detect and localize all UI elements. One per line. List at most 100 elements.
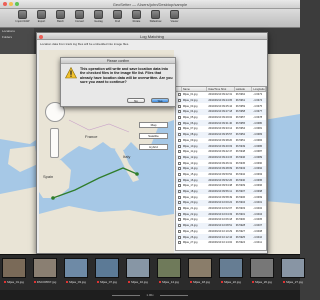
- map-zoom-slider[interactable]: [50, 128, 59, 158]
- row-checkbox[interactable]: ✓: [177, 138, 181, 142]
- thumbnail-item[interactable]: Mijas_01.jpg: [2, 258, 26, 287]
- row-checkbox[interactable]: ✓: [177, 150, 181, 154]
- toolbar-button-convert[interactable]: Convert: [71, 9, 88, 27]
- column-header-longitude[interactable]: Longitude: [252, 87, 266, 91]
- row-checkbox[interactable]: ✓: [177, 178, 181, 182]
- toolbar-button-import-raw[interactable]: Import RAW: [14, 9, 31, 27]
- row-checkbox[interactable]: ✓: [177, 184, 181, 188]
- row-checkbox[interactable]: ✓: [177, 167, 181, 171]
- import-icon: [18, 10, 27, 19]
- row-checkbox[interactable]: ✓: [177, 172, 181, 176]
- toolbar-button-label: Slideshow: [149, 20, 162, 23]
- thumbnail-image: [250, 258, 274, 278]
- title-bar: GeoSetter — /Users/john/Desktop/sample: [0, 0, 300, 9]
- row-checkbox[interactable]: ✓: [177, 161, 181, 165]
- toolbar-button-geotag[interactable]: Geotag: [90, 9, 107, 27]
- map-type-hybrid-button[interactable]: Hybrid: [139, 144, 168, 150]
- toolbar-button-rotate[interactable]: Rotate: [128, 9, 145, 27]
- thumbnail-image: [33, 258, 57, 278]
- zoom-level: 1.00x: [146, 293, 154, 297]
- map-type-satellite-button[interactable]: Satellite: [139, 133, 168, 139]
- cell-longitude: -4.6375: [253, 104, 263, 108]
- row-checkbox[interactable]: ✓: [177, 241, 181, 245]
- row-checkbox[interactable]: ✓: [177, 99, 181, 103]
- toolbar-button-find[interactable]: Find: [109, 9, 126, 27]
- toolbar-button-slideshow[interactable]: Slideshow: [147, 9, 164, 27]
- row-checkbox[interactable]: ✓: [177, 235, 181, 239]
- toolbar-button-viewer[interactable]: Viewer: [166, 9, 183, 27]
- cell-latitude: 36.5957: [235, 116, 246, 120]
- cell-latitude: 36.5931: [235, 212, 246, 216]
- cell-name: Mijas_04.jpg: [182, 110, 198, 114]
- row-checkbox[interactable]: ✓: [177, 195, 181, 199]
- toolbar-button-label: Convert: [74, 20, 85, 23]
- thumbnail-size-slider-track[interactable]: [159, 294, 188, 296]
- batch-icon: [56, 10, 65, 19]
- label-flag-icon: [190, 281, 193, 283]
- row-checkbox[interactable]: ✓: [177, 229, 181, 233]
- left-panel-item[interactable]: Folders: [0, 34, 34, 40]
- thumbnail-item[interactable]: Mijas_27.jpg: [281, 258, 305, 287]
- row-checkbox[interactable]: ✓: [177, 218, 181, 222]
- row-checkbox[interactable]: ✓: [177, 116, 181, 120]
- row-checkbox[interactable]: ✓: [177, 133, 181, 137]
- warning-icon: [65, 67, 77, 79]
- label-flag-icon: [283, 281, 286, 283]
- row-checkbox[interactable]: ✓: [177, 155, 181, 159]
- thumbnail-item[interactable]: Mijas_26.jpg: [250, 258, 274, 287]
- cell-longitude: -4.6392: [253, 167, 263, 171]
- row-checkbox[interactable]: ✓: [177, 110, 181, 114]
- toolbar-button-export[interactable]: Export: [33, 9, 50, 27]
- row-checkbox[interactable]: ✓: [177, 190, 181, 194]
- cell-name: Mijas_26.jpg: [182, 235, 198, 239]
- thumbnail-item[interactable]: Mijas_03.jpg: [64, 258, 88, 287]
- export-icon: [37, 10, 46, 19]
- column-header-date[interactable]: Date/Time Shot: [207, 87, 235, 91]
- cell-latitude: 36.5958: [235, 110, 246, 114]
- row-checkbox[interactable]: ✓: [177, 207, 181, 211]
- cell-name: Mijas_06.jpg: [182, 121, 198, 125]
- thumbnail-item[interactable]: Mijas_10.jpg: [126, 258, 150, 287]
- row-checkbox[interactable]: ✓: [177, 212, 181, 216]
- table-body: ✓Mijas_01.jpg2010/09/10 09:22:3136.5962-…: [176, 92, 266, 246]
- row-checkbox[interactable]: ✓: [177, 201, 181, 205]
- toolbar-button-label: Rotate: [132, 20, 141, 23]
- row-checkbox[interactable]: ✓: [177, 121, 181, 125]
- cell-name: Mijas_22.jpg: [182, 212, 198, 216]
- thumbnail-caption: Mijas_01.jpg: [7, 280, 24, 284]
- thumbnail-item[interactable]: Mijas_18.jpg: [188, 258, 212, 287]
- cell-latitude: 36.5954: [235, 127, 246, 131]
- thumbnail-image: [157, 258, 181, 278]
- no-button[interactable]: No: [127, 98, 145, 103]
- row-checkbox[interactable]: ✓: [177, 144, 181, 148]
- cell-latitude: 36.5927: [235, 229, 246, 233]
- toolbar-button-label: Geotag: [94, 20, 103, 23]
- row-checkbox[interactable]: ✓: [177, 104, 181, 108]
- cell-date: 2010/09/10 09:54:38: [208, 184, 233, 188]
- thumbnail-item[interactable]: Mijas_22.jpg: [219, 258, 243, 287]
- toolbar-button-batch[interactable]: Batch: [52, 9, 69, 27]
- thumbnail-item[interactable]: Mijas_07.jpg: [95, 258, 119, 287]
- cell-longitude: -4.6373: [253, 93, 263, 97]
- cell-name: Mijas_25.jpg: [182, 229, 198, 233]
- thumbnail-item[interactable]: DSC00567.jpg: [33, 258, 57, 287]
- geotag-close-icon[interactable]: [39, 34, 43, 39]
- cell-name: Mijas_10.jpg: [182, 144, 198, 148]
- thumbnail-item[interactable]: Mijas_14.jpg: [157, 258, 181, 287]
- row-checkbox[interactable]: ✓: [177, 93, 181, 97]
- column-header-name[interactable]: Name: [182, 87, 208, 91]
- viewer-icon: [170, 10, 179, 19]
- table-row[interactable]: ✓Mijas_27.jpg 2010/09/10 10:14:0236.5924 -…: [176, 240, 266, 246]
- map-type-map-button[interactable]: Map: [139, 122, 168, 128]
- row-checkbox[interactable]: ✓: [177, 127, 181, 131]
- yes-button[interactable]: Yes: [151, 98, 169, 103]
- cell-name: Mijas_19.jpg: [182, 195, 198, 199]
- cell-latitude: 36.5933: [235, 207, 246, 211]
- row-checkbox[interactable]: ✓: [177, 224, 181, 228]
- cell-latitude: 36.5937: [235, 190, 246, 194]
- thumbnail-size-slider[interactable]: [112, 294, 141, 296]
- geotag-description: Location data from track log files will …: [40, 42, 130, 46]
- geotag-dialog-titlebar: Log Matching: [37, 33, 267, 40]
- cell-longitude: -4.6383: [253, 133, 263, 137]
- column-header-latitude[interactable]: Latitude: [235, 87, 253, 91]
